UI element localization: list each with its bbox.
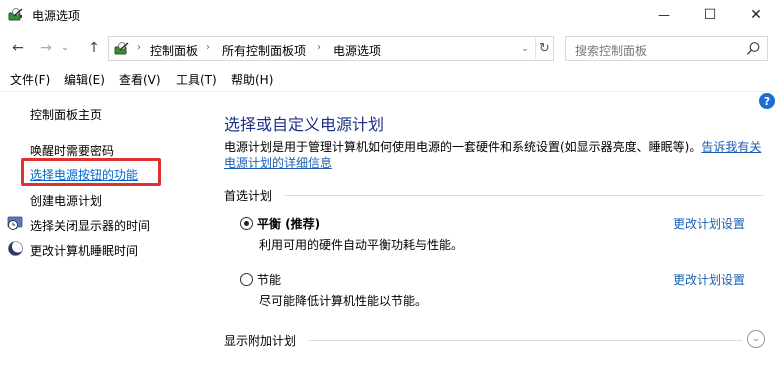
menu-view[interactable]: 查看(V) — [119, 71, 161, 88]
arrow-left-icon: ← — [12, 40, 24, 56]
sidebar-item-sleep-time[interactable]: 更改计算机睡眠时间 — [30, 242, 138, 259]
close-icon: ✕ — [750, 7, 762, 23]
plan-balanced-name[interactable]: 平衡 (推荐) — [257, 215, 320, 232]
breadcrumb-all-items[interactable]: 所有控制面板项 — [222, 42, 306, 59]
window-title: 电源选项 — [32, 9, 81, 23]
sidebar-item-create-plan[interactable]: 创建电源计划 — [30, 192, 102, 209]
additional-plans-label[interactable]: 显示附加计划 — [224, 332, 296, 349]
maximize-icon: ☐ — [703, 7, 717, 23]
chevron-down-icon: ⌄ — [521, 43, 529, 54]
search-placeholder: 搜索控制面板 — [575, 44, 648, 58]
divider — [308, 340, 742, 341]
plan-power-saver-desc: 尽可能降低计算机性能以节能。 — [259, 294, 428, 308]
sidebar-home-link[interactable]: 控制面板主页 — [30, 106, 102, 123]
plan-balanced-desc: 利用可用的硬件自动平衡功耗与性能。 — [259, 238, 464, 252]
sidebar-item-wake-password[interactable]: 唤醒时需要密码 — [30, 142, 114, 159]
search-input[interactable]: 搜索控制面板 — [565, 36, 768, 61]
up-button[interactable]: ↑ — [84, 37, 104, 59]
arrow-right-icon: → — [40, 40, 52, 56]
back-button[interactable]: ← — [8, 37, 28, 59]
sidebar: 控制面板主页 唤醒时需要密码 选择电源按钮的功能 创建电源计划 选择关闭显示器的… — [0, 92, 200, 387]
plan-power-saver-radio[interactable] — [240, 273, 253, 286]
search-icon[interactable] — [746, 41, 761, 56]
arrow-up-icon: ↑ — [88, 40, 100, 56]
breadcrumb-separator: › — [317, 42, 321, 53]
menu-edit[interactable]: 编辑(E) — [64, 71, 105, 88]
monitor-clock-icon — [7, 216, 23, 230]
sidebar-item-display-timeout[interactable]: 选择关闭显示器的时间 — [30, 217, 150, 234]
navigation-bar: ← → ⌄ ↑ › 控制面板 › 所有控制面板项 › 电源选项 ⌄ ↻ 搜索控制… — [0, 33, 779, 63]
recent-locations-button[interactable]: ⌄ — [58, 37, 72, 59]
expand-additional-plans-button[interactable]: ⌄ — [747, 330, 765, 348]
power-options-icon — [8, 8, 23, 21]
chevron-down-icon: ⌄ — [61, 43, 69, 53]
refresh-icon: ↻ — [539, 41, 550, 56]
minimize-icon: — — [658, 8, 670, 22]
menu-tools[interactable]: 工具(T) — [176, 71, 217, 88]
breadcrumb-separator: › — [206, 42, 210, 53]
sidebar-item-power-button[interactable]: 选择电源按钮的功能 — [30, 166, 138, 183]
plan-power-saver-settings-link[interactable]: 更改计划设置 — [673, 271, 745, 288]
description-link-part1[interactable]: 告诉我有关 — [701, 140, 761, 154]
address-dropdown-button[interactable]: ⌄ — [516, 38, 534, 59]
address-bar[interactable]: › 控制面板 › 所有控制面板项 › 电源选项 ⌄ ↻ — [108, 36, 554, 61]
chevron-down-icon: ⌄ — [752, 334, 760, 344]
plan-power-saver-name[interactable]: 节能 — [257, 271, 281, 288]
menu-bar: 文件(F) 编辑(E) 查看(V) 工具(T) 帮助(H) — [0, 68, 779, 90]
control-panel-icon — [114, 42, 129, 55]
moon-icon — [8, 240, 24, 256]
main-content: 选择或自定义电源计划 电源计划是用于管理计算机如何使用电源的一套硬件和系统设置(… — [224, 92, 765, 387]
question-icon: ? — [763, 94, 771, 108]
refresh-button[interactable]: ↻ — [535, 38, 553, 59]
menu-help[interactable]: 帮助(H) — [231, 71, 273, 88]
breadcrumb-power-options[interactable]: 电源选项 — [333, 42, 381, 59]
maximize-button[interactable]: ☐ — [687, 0, 733, 30]
close-button[interactable]: ✕ — [733, 0, 779, 30]
page-description: 电源计划是用于管理计算机如何使用电源的一套硬件和系统设置(如显示器亮度、睡眠等)… — [224, 139, 764, 171]
menu-file[interactable]: 文件(F) — [10, 71, 50, 88]
forward-button[interactable]: → — [36, 37, 56, 59]
divider — [284, 195, 764, 196]
breadcrumb-separator: › — [137, 42, 141, 53]
plan-balanced-radio[interactable] — [240, 217, 253, 230]
description-text: 电源计划是用于管理计算机如何使用电源的一套硬件和系统设置(如显示器亮度、睡眠等)… — [224, 140, 702, 154]
description-link-part2[interactable]: 电源计划的详细信息 — [224, 156, 332, 170]
page-title: 选择或自定义电源计划 — [224, 115, 385, 134]
minimize-button[interactable]: — — [641, 0, 687, 30]
plan-balanced-settings-link[interactable]: 更改计划设置 — [673, 215, 745, 232]
preferred-plans-label: 首选计划 — [224, 189, 273, 203]
breadcrumb-control-panel[interactable]: 控制面板 — [150, 42, 198, 59]
title-bar: 电源选项 — ☐ ✕ — [0, 0, 779, 31]
